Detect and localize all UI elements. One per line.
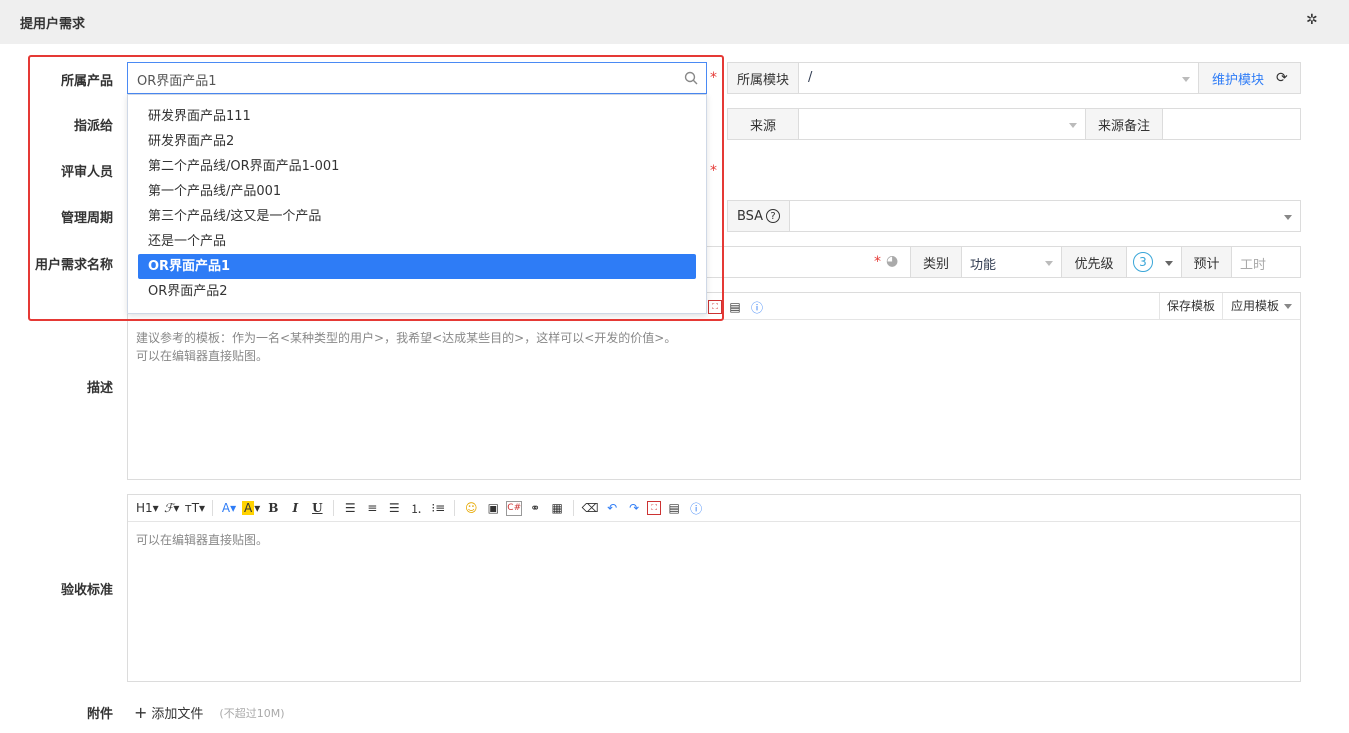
product-option[interactable]: 还是一个产品 [138, 229, 696, 254]
bold-icon[interactable]: B [264, 498, 282, 518]
chevron-down-icon [1045, 261, 1053, 266]
required-mark: * [710, 70, 717, 86]
refresh-icon[interactable]: ⟳ [1276, 70, 1288, 86]
emoji-icon[interactable]: ☺ [462, 498, 480, 518]
verify-placeholder: 可以在编辑器直接贴图。 [136, 533, 269, 547]
label-attach: 附件 [86, 707, 113, 722]
label-reviewer: 评审人员 [60, 165, 113, 180]
priority-addon: 优先级 [1061, 246, 1127, 278]
required-mark: * [874, 254, 881, 270]
code-icon[interactable]: C# [506, 500, 523, 516]
desc-placeholder-line1: 建议参考的模板：作为一名<某种类型的用户>，我希望<达成某些目的>，这样可以<开… [136, 331, 677, 345]
priority-value: 3 [1133, 252, 1153, 272]
table-icon[interactable]: ▦ [548, 498, 566, 518]
chevron-down-icon [1069, 123, 1077, 128]
chevron-down-icon [1165, 261, 1173, 266]
label-name: 用户需求名称 [34, 258, 113, 273]
bsa-select[interactable] [789, 200, 1301, 232]
label-desc: 描述 [86, 381, 113, 396]
add-file-button[interactable]: 添加文件 [151, 703, 203, 722]
maintain-module-addon: 维护模块 ⟳ [1198, 62, 1301, 94]
image-icon[interactable]: ▣ [484, 498, 502, 518]
source-select[interactable] [798, 108, 1086, 140]
plus-icon[interactable]: + [134, 703, 147, 722]
desc-editor[interactable]: ⛶ ▤ ⓘ 保存模板 应用模板 建议参考的模板：作为一名<某种类型的用户>，我希… [127, 292, 1301, 480]
product-option[interactable]: 第一个产品线/产品001 [138, 179, 696, 204]
estimate-placeholder: 工时 [1240, 258, 1267, 273]
product-option[interactable]: 第二个产品线/OR界面产品1-001 [138, 154, 696, 179]
required-mark: * [710, 163, 717, 179]
verify-editor[interactable]: H1 ▾ ℱ▾ тT▾ A▾ A ▾ B I U ☰ ≡ ☰ ⒈ ⁝≡ ☺ ▣ C#… [127, 494, 1301, 682]
font-color-icon[interactable]: A▾ [220, 498, 238, 518]
align-center-icon[interactable]: ≡ [363, 498, 381, 518]
save-template-button[interactable]: 保存模板 [1158, 293, 1222, 319]
bullet-list-icon[interactable]: ⁝≡ [429, 498, 447, 518]
source-note-input[interactable] [1162, 108, 1301, 140]
module-addon: 所属模块 [727, 62, 799, 94]
page-header: 提用户需求 ✲ [0, 0, 1349, 44]
palette-icon[interactable]: ◕ [886, 253, 898, 269]
source-note-addon: 来源备注 [1085, 108, 1163, 140]
name-input[interactable]: * ◕ [700, 246, 911, 278]
bsa-addon: BSA ? [727, 200, 790, 232]
font-size-icon[interactable]: тT▾ [185, 498, 205, 518]
module-select[interactable]: / [798, 62, 1199, 94]
chevron-down-icon [1182, 77, 1190, 82]
product-search-input[interactable]: OR界面产品1 [127, 62, 707, 94]
module-value: / [808, 70, 813, 85]
label-verify: 验收标准 [60, 583, 113, 598]
heading-button[interactable]: H1 ▾ [136, 498, 159, 518]
maintain-module-link[interactable]: 维护模块 [1212, 69, 1264, 88]
italic-icon[interactable]: I [286, 498, 304, 518]
source-icon[interactable]: ▤ [726, 297, 744, 317]
product-search-value: OR界面产品1 [137, 74, 217, 89]
underline-icon[interactable]: U [308, 498, 326, 518]
highlight-icon[interactable]: A ▾ [242, 498, 260, 518]
label-cycle: 管理周期 [60, 211, 113, 226]
category-addon: 类别 [910, 246, 962, 278]
estimate-addon: 预计 [1181, 246, 1232, 278]
link-icon[interactable]: ⚭ [526, 498, 544, 518]
source-addon: 来源 [727, 108, 799, 140]
gear-icon[interactable]: ✲ [1306, 12, 1318, 28]
product-option-list: 研发界面产品111 研发界面产品2 第二个产品线/OR界面产品1-001 第一个产品线… [128, 104, 706, 304]
redo-icon[interactable]: ↷ [625, 498, 643, 518]
source-icon[interactable]: ▤ [665, 498, 683, 518]
help-icon[interactable]: ? [766, 209, 781, 223]
attach-row: + 添加文件 (不超过10M) [134, 703, 285, 722]
label-assign: 指派给 [73, 119, 113, 134]
priority-select[interactable]: 3 [1126, 246, 1182, 278]
estimate-input[interactable]: 工时 [1231, 246, 1301, 278]
desc-placeholder-line2: 可以在编辑器直接贴图。 [136, 349, 269, 363]
product-dropdown: 研发界面产品111 研发界面产品2 第二个产品线/OR界面产品1-001 第一个产品线… [127, 94, 707, 314]
chevron-down-icon [1284, 215, 1292, 220]
align-left-icon[interactable]: ☰ [341, 498, 359, 518]
category-select[interactable]: 功能 [961, 246, 1062, 278]
product-option[interactable]: OR界面产品1 [138, 254, 696, 279]
product-option[interactable]: 研发界面产品111 [138, 104, 696, 129]
help-icon[interactable]: ⓘ [687, 498, 705, 518]
product-option[interactable]: 研发界面产品2 [138, 129, 696, 154]
verify-toolbar: H1 ▾ ℱ▾ тT▾ A▾ A ▾ B I U ☰ ≡ ☰ ⒈ ⁝≡ ☺ ▣ C#… [128, 495, 1300, 522]
ordered-list-icon[interactable]: ⒈ [407, 498, 425, 518]
fullscreen-icon[interactable]: ⛶ [647, 501, 662, 515]
product-option[interactable]: OR界面产品2 [138, 279, 696, 304]
label-product: 所属产品 [60, 74, 113, 89]
chevron-down-icon [1284, 303, 1292, 309]
page-title: 提用户需求 [20, 17, 86, 32]
help-icon[interactable]: ⓘ [748, 297, 766, 317]
eraser-icon[interactable]: ⌫ [581, 498, 599, 518]
font-family-icon[interactable]: ℱ▾ [163, 498, 181, 518]
search-icon [684, 71, 698, 85]
apply-template-label: 应用模板 [1230, 299, 1279, 313]
category-value: 功能 [970, 258, 997, 273]
bsa-label: BSA [736, 208, 764, 224]
fullscreen-icon[interactable]: ⛶ [708, 300, 722, 314]
apply-template-button[interactable]: 应用模板 [1221, 293, 1300, 319]
undo-icon[interactable]: ↶ [603, 498, 621, 518]
attach-limit: (不超过10M) [219, 706, 285, 720]
desc-placeholder: 建议参考的模板：作为一名<某种类型的用户>，我希望<达成某些目的>，这样可以<开… [136, 329, 676, 365]
product-option[interactable]: 第三个产品线/这又是一个产品 [138, 204, 696, 229]
align-right-icon[interactable]: ☰ [385, 498, 403, 518]
